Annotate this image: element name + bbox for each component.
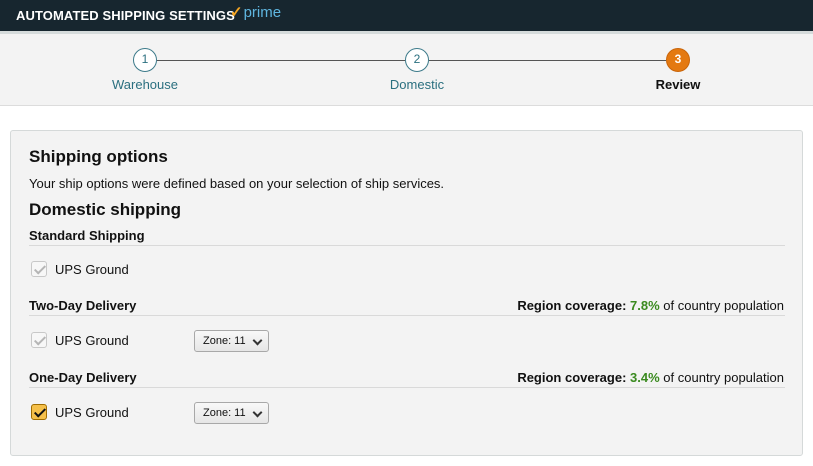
domestic-shipping-heading: Domestic shipping <box>29 200 182 219</box>
divider <box>29 387 785 388</box>
one-day-ups-ground-checkbox[interactable] <box>31 404 47 420</box>
coverage-label: Region coverage: <box>517 370 627 385</box>
step-review-label: Review <box>655 77 701 92</box>
chevron-down-icon <box>252 335 263 346</box>
coverage-value: 7.8% <box>630 298 660 313</box>
one-day-zone-select[interactable]: Zone: 11 <box>194 402 269 424</box>
two-day-ups-ground-checkbox[interactable] <box>31 332 47 348</box>
zone-select-value: Zone: 11 <box>203 407 246 419</box>
coverage-suffix: of country population <box>663 298 784 313</box>
option-label: UPS Ground <box>55 404 129 420</box>
page-title: AUTOMATED SHIPPING SETTINGS <box>16 8 235 23</box>
step-connector <box>157 60 405 61</box>
zone-select-value: Zone: 11 <box>203 335 246 347</box>
one-day-delivery-title: One-Day Delivery <box>29 370 137 385</box>
two-day-delivery-title: Two-Day Delivery <box>29 298 137 313</box>
two-day-zone-select[interactable]: Zone: 11 <box>194 330 269 352</box>
step-warehouse-label[interactable]: Warehouse <box>95 77 195 92</box>
prime-logo: ✓prime <box>230 3 281 21</box>
shipping-options-heading: Shipping options <box>29 147 168 166</box>
standard-ups-ground-checkbox[interactable] <box>31 261 47 277</box>
progress-stepper: 1 Warehouse 2 Domestic 3 Review <box>0 31 813 106</box>
coverage-value: 3.4% <box>630 370 660 385</box>
one-day-ups-ground-option: UPS Ground <box>31 403 129 421</box>
option-label: UPS Ground <box>55 332 129 348</box>
chevron-down-icon <box>252 407 263 418</box>
step-3-circle: 3 <box>666 48 690 72</box>
one-day-region-coverage: Region coverage: 3.4% of country populat… <box>517 370 784 385</box>
divider <box>29 245 785 246</box>
two-day-region-coverage: Region coverage: 7.8% of country populat… <box>517 298 784 313</box>
coverage-label: Region coverage: <box>517 298 627 313</box>
header-bar: AUTOMATED SHIPPING SETTINGS ✓prime <box>0 0 813 31</box>
shipping-options-description: Your ship options were defined based on … <box>29 176 445 191</box>
standard-shipping-title: Standard Shipping <box>29 228 145 243</box>
step-domestic-label[interactable]: Domestic <box>367 77 467 92</box>
step-1-circle[interactable]: 1 <box>133 48 157 72</box>
shipping-options-card: Shipping options Your ship options were … <box>10 130 803 456</box>
standard-ups-ground-option: UPS Ground <box>31 260 129 278</box>
coverage-suffix: of country population <box>663 370 784 385</box>
option-label: UPS Ground <box>55 261 129 277</box>
two-day-ups-ground-option: UPS Ground <box>31 331 129 349</box>
prime-label: prime <box>243 4 282 21</box>
step-connector <box>429 60 666 61</box>
divider <box>29 315 785 316</box>
step-2-circle[interactable]: 2 <box>405 48 429 72</box>
prime-check-icon: ✓ <box>230 4 243 21</box>
